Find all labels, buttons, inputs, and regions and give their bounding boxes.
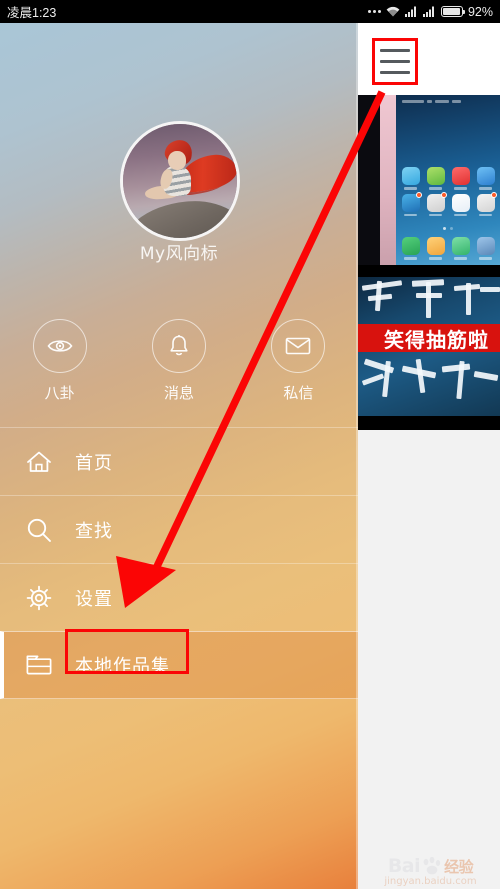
envelope-icon — [271, 319, 326, 373]
video-caption-text: 笑得抽筋啦 — [384, 327, 489, 352]
hamburger-menu-icon[interactable] — [372, 38, 418, 85]
gear-icon — [24, 583, 54, 613]
watermark-url: jingyan.baidu.com — [384, 876, 477, 887]
signal-icon — [404, 6, 416, 17]
phone-screen: 凌晨1:23 92% 笑得抽筋啦 Bai 经验 jingyan.baidu.co… — [0, 0, 500, 889]
sidebar-item-label: 查找 — [75, 520, 113, 542]
avatar-head — [168, 151, 186, 170]
phone-display — [396, 95, 500, 265]
watermark-brand: Bai — [387, 855, 421, 877]
quick-action-label: 消息 — [163, 384, 194, 402]
photo-page-dots — [396, 227, 500, 230]
calligraphy-background: 笑得抽筋啦 — [358, 277, 500, 416]
more-dots-icon — [367, 10, 381, 13]
drawer-menu: 首页 查找 设置 本地作品集 — [0, 427, 358, 699]
watermark-brand-cn: 经验 — [444, 857, 474, 876]
status-bar-icons: 92% — [367, 4, 493, 19]
phone-bezel — [380, 95, 396, 265]
video-still: 笑得抽筋啦 — [358, 265, 500, 430]
wifi-icon — [386, 6, 400, 17]
hamburger-bar — [380, 49, 410, 52]
sidebar-item-search[interactable]: 查找 — [0, 495, 358, 563]
quick-action-private-message[interactable]: 私信 — [239, 319, 358, 419]
quick-action-messages[interactable]: 消息 — [119, 319, 238, 419]
sidebar-item-label: 本地作品集 — [75, 656, 170, 677]
navigation-drawer: My风向标 八卦 消息 私信 首页 查找 设置 本地作品集 — [0, 23, 358, 889]
photo-app-grid — [400, 167, 497, 216]
sidebar-item-label: 设置 — [75, 588, 113, 610]
eye-icon — [32, 319, 87, 373]
thumbnail-calligraphy-video[interactable]: 笑得抽筋啦 — [358, 265, 500, 430]
photo-status-row — [402, 99, 494, 104]
quick-action-gossip[interactable]: 八卦 — [0, 319, 119, 419]
sidebar-item-label: 首页 — [75, 452, 113, 474]
baidu-watermark: Bai 经验 jingyan.baidu.com — [368, 855, 493, 889]
username: My风向标 — [139, 244, 219, 264]
hamburger-bar — [380, 60, 410, 63]
sidebar-item-home[interactable]: 首页 — [0, 427, 358, 495]
battery-icon — [440, 6, 466, 17]
status-bar: 凌晨1:23 92% — [0, 0, 500, 23]
sidebar-item-local-works[interactable]: 本地作品集 — [0, 631, 358, 699]
battery-percent: 92% — [467, 4, 493, 19]
photo-dock — [400, 237, 496, 260]
hamburger-bar — [380, 71, 410, 74]
signal-icon — [422, 6, 434, 17]
paw-icon — [423, 857, 441, 875]
avatar[interactable] — [120, 121, 240, 241]
sidebar-item-settings[interactable]: 设置 — [0, 563, 358, 631]
search-icon — [24, 515, 54, 545]
home-icon — [24, 447, 54, 477]
photo-phone-homescreen — [358, 95, 500, 265]
quick-action-label: 私信 — [283, 384, 314, 402]
quick-actions: 八卦 消息 私信 — [0, 319, 358, 419]
video-caption-banner: 笑得抽筋啦 — [358, 324, 500, 352]
bell-icon — [151, 319, 206, 373]
status-bar-clock: 凌晨1:23 — [7, 6, 57, 20]
profile-header[interactable]: My风向标 — [0, 23, 358, 275]
quick-action-label: 八卦 — [44, 384, 75, 402]
thumbnail-phone-homescreen[interactable] — [358, 95, 500, 265]
folder-icon — [24, 650, 54, 680]
